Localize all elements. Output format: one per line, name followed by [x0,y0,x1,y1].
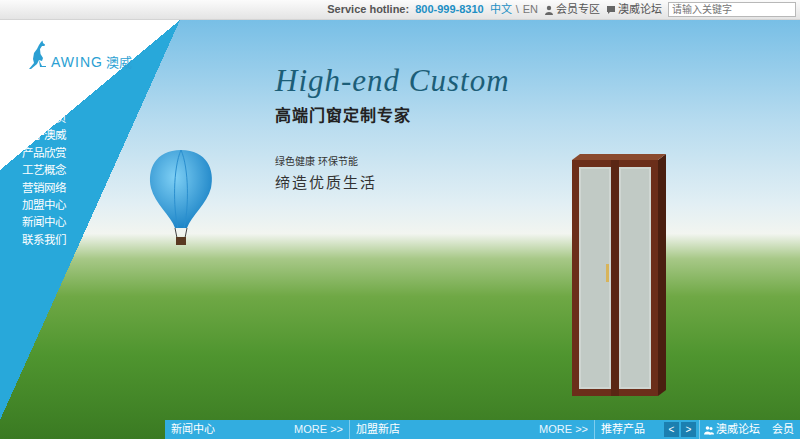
hotline-number: 800-999-8310 [415,1,484,18]
hero-banner: AWING澳威澳威首页关于澳威产品欣赏工艺概念营销网络加盟中心新闻中心联系我们 … [0,20,800,439]
bottom-link-label[interactable]: 会员 [772,421,794,438]
link-label[interactable]: 澳威论坛 [618,1,662,18]
page: Service hotline:800-999-8310中文\EN会员专区澳威论… [0,0,800,439]
logo[interactable]: AWING澳威 [22,40,180,70]
people-icon [704,425,714,435]
bottom-link-label[interactable]: 澳威论坛 [716,421,760,438]
bottom-section: 加盟新店 MORE >> [350,420,595,439]
banner-content: High-end Custom 高端门窗定制专家绿色健康 环保节能缔造优质生活 [180,20,800,420]
language-option[interactable]: 中文 [490,1,512,18]
kangaroo-icon [28,40,48,70]
hot-air-balloon-icon [145,148,217,248]
more-link[interactable]: MORE >> [539,421,588,438]
menu-item[interactable]: 新闻中心 [22,214,180,231]
banner-tagline: 绿色健康 环保节能 [275,155,565,168]
menu-item[interactable]: 澳威首页 [22,110,180,127]
bottom-bar: 新闻中心 MORE >> 加盟新店 MORE >> 推荐产品 <> 澳威论坛会员 [165,420,800,439]
banner-title: 高端门窗定制专家 [275,106,565,125]
bottom-link[interactable]: 澳威论坛 [704,421,760,438]
section-title: 新闻中心 [171,421,215,438]
language-option[interactable]: EN [523,1,538,18]
hero-main: AWING澳威澳威首页关于澳威产品欣赏工艺概念营销网络加盟中心新闻中心联系我们 … [0,20,800,420]
link-label[interactable]: 会员专区 [556,1,600,18]
prev-button[interactable]: < [664,422,679,437]
banner-slogan: 缔造优质生活 [275,173,565,193]
brand-name-cn: 澳威 [106,56,132,70]
forum-icon [606,5,616,15]
carousel-arrows: <> [664,422,696,437]
language-switch: 中文\EN [490,1,538,18]
section-title: 加盟新店 [356,421,400,438]
banner-title-en: High-end Custom [275,64,565,98]
member-link[interactable]: 会员专区 [544,1,600,18]
member-icon [544,5,554,15]
search-input[interactable] [668,2,796,17]
menu-item[interactable]: 产品欣赏 [22,145,180,162]
next-button[interactable]: > [681,422,696,437]
bottom-links: 澳威论坛会员 [700,420,800,439]
more-link[interactable]: MORE >> [294,421,343,438]
forum-link[interactable]: 澳威论坛 [606,1,662,18]
sidebar: AWING澳威澳威首页关于澳威产品欣赏工艺概念营销网络加盟中心新闻中心联系我们 [0,20,180,420]
top-bar: Service hotline: 800-999-8310 中文\EN 会员专区 澳威论… [0,0,800,20]
menu-item[interactable]: 关于澳威 [22,127,180,144]
bottom-section: 推荐产品 <> [595,420,700,439]
bottom-section: 新闻中心 MORE >> [165,420,350,439]
hotline-label: Service hotline: [327,1,409,18]
section-title: 推荐产品 [601,421,645,438]
bottom-link[interactable]: 会员 [772,421,794,438]
banner-copy: High-end Custom 高端门窗定制专家绿色健康 环保节能缔造优质生活 [275,20,565,420]
language-separator: \ [516,1,519,18]
menu-item[interactable]: 联系我们 [22,232,180,249]
door-icon [570,154,668,396]
brand-name: AWING [51,55,103,70]
